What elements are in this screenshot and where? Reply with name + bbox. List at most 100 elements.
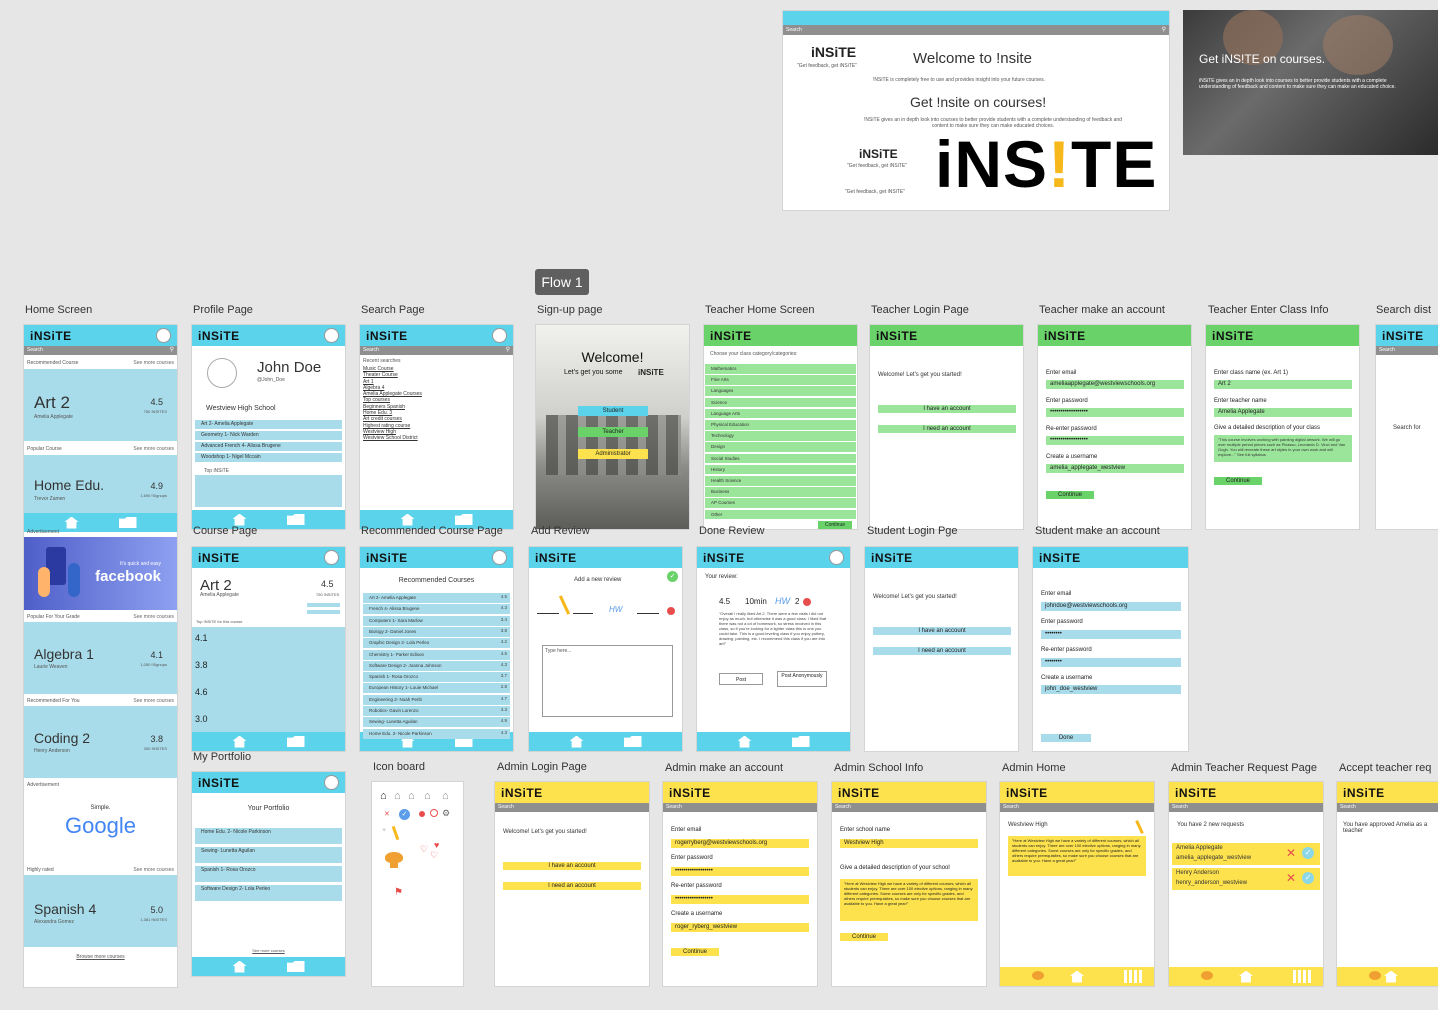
course-card-spanish[interactable]: Spanish 4 Alexandra Gomez 5.0 1,381 !NSITE… — [24, 875, 177, 947]
see-more-link[interactable]: See more courses — [133, 446, 174, 452]
need-account-button[interactable]: I need an account — [878, 425, 1016, 433]
search-icon[interactable]: ⚲ — [506, 346, 510, 355]
flow-badge[interactable]: Flow 1 — [535, 269, 589, 295]
recommended-item[interactable]: Chemistry 1- Parker Edison — [363, 649, 510, 660]
profile-course[interactable]: Art 2- Amelia Applegate — [195, 420, 342, 429]
category-item[interactable]: Fine Arts — [705, 375, 856, 385]
profile-course[interactable]: Geometry 1- Nick Warden — [195, 431, 342, 440]
recommended-item[interactable]: Software Design 2- Joanna Johnson — [363, 660, 510, 671]
password-field[interactable]: •••••••••••••••••• — [671, 867, 809, 876]
search-input[interactable]: Search — [1172, 804, 1188, 810]
home-icon[interactable] — [1239, 970, 1253, 983]
teacher-button[interactable]: Teacher — [578, 427, 648, 437]
search-input[interactable]: Search — [835, 804, 851, 810]
portfolio-item[interactable]: Home Edu. 2- Nicole Parkinson — [195, 828, 342, 844]
avatar-icon[interactable] — [324, 550, 339, 565]
category-item[interactable]: Business — [705, 487, 856, 497]
category-item[interactable]: Physical Education — [705, 420, 856, 430]
home-icon[interactable] — [737, 735, 752, 748]
have-account-button[interactable]: I have an account — [873, 627, 1011, 635]
password-field[interactable]: •••••••••••••••••• — [1046, 408, 1184, 417]
recommended-item[interactable]: Spanish 1- Rosa Orozco — [363, 672, 510, 683]
reenter-password-field[interactable]: •••••••••••••••••• — [671, 895, 809, 904]
need-account-button[interactable]: I need an account — [873, 647, 1011, 655]
category-item[interactable]: Health Science — [705, 476, 856, 486]
home-icon[interactable] — [400, 513, 415, 526]
recommended-item[interactable]: Graphic Design 2- Lola Perleo — [363, 638, 510, 649]
folder-icon[interactable] — [791, 736, 810, 747]
search-icon[interactable]: ⚲ — [170, 346, 174, 355]
chat-icon[interactable] — [1201, 971, 1213, 980]
see-more-link[interactable]: See more courses — [133, 867, 174, 873]
approve-icon[interactable]: ✓ — [1302, 847, 1314, 859]
home-icon[interactable] — [569, 735, 584, 748]
search-input[interactable]: Search — [666, 804, 682, 810]
home-icon[interactable] — [232, 735, 247, 748]
continue-button[interactable]: Continue — [1046, 491, 1094, 499]
home-icon[interactable] — [232, 960, 247, 973]
recommended-item[interactable]: Home Edu. 2- Nicole Parkinson — [363, 728, 510, 739]
need-account-button[interactable]: I need an account — [503, 882, 641, 890]
avatar-icon[interactable] — [829, 550, 844, 565]
category-item[interactable]: Science — [705, 397, 856, 408]
password-field[interactable]: •••••••• — [1041, 630, 1181, 639]
have-account-button[interactable]: I have an account — [503, 862, 641, 870]
continue-button[interactable]: Continue — [840, 933, 888, 941]
folder-icon[interactable] — [118, 517, 137, 528]
category-item[interactable]: Social Studies — [705, 453, 856, 464]
see-more-link[interactable]: See more courses — [133, 614, 174, 620]
search-input[interactable]: Search — [1379, 347, 1395, 353]
continue-button[interactable]: Continue — [818, 521, 852, 529]
portfolio-item[interactable]: Spanish 1- Rosa Orozco — [195, 866, 342, 882]
recent-list[interactable]: Music Course Theater Course Art 1 Algebra 4… — [363, 366, 422, 442]
reject-icon[interactable]: ✕ — [1286, 871, 1296, 885]
avatar-icon[interactable] — [492, 550, 507, 565]
teacher-name-field[interactable]: Amelia Applegate — [1214, 408, 1352, 417]
category-item[interactable]: Language Arts — [705, 408, 856, 419]
student-button[interactable]: Student — [578, 406, 648, 416]
folder-icon[interactable] — [454, 514, 473, 525]
see-more-link[interactable]: See more courses — [133, 698, 174, 704]
email-field[interactable]: ameliaapplegate@westviewschools.org — [1046, 380, 1184, 389]
reject-icon[interactable]: ✕ — [1286, 846, 1296, 860]
category-item[interactable]: History — [705, 464, 856, 475]
course-tag[interactable] — [307, 610, 340, 614]
post-button[interactable]: Post — [719, 673, 763, 685]
folder-icon[interactable] — [623, 736, 642, 747]
facebook-ad[interactable]: It's quick and easy facebook — [24, 537, 177, 610]
have-account-button[interactable]: I have an account — [878, 405, 1016, 413]
username-field[interactable]: roger_ryberg_westview — [671, 923, 809, 932]
check-icon[interactable]: ✓ — [667, 571, 678, 582]
search-icon[interactable]: ⚲ — [1162, 25, 1166, 35]
recommended-item[interactable]: Robotics- Gavin Lorenzo — [363, 706, 510, 716]
browse-link[interactable]: Browse more courses — [24, 954, 177, 960]
done-button[interactable]: Done — [1041, 734, 1091, 742]
category-item[interactable]: Mathematics — [705, 364, 856, 374]
reenter-password-field[interactable]: •••••••• — [1041, 658, 1181, 667]
see-more-link[interactable]: See more courses — [192, 948, 345, 953]
chat-icon[interactable] — [1032, 971, 1044, 980]
username-field[interactable]: amelia_applegate_westview — [1046, 464, 1184, 473]
category-item[interactable]: Technology — [705, 431, 856, 441]
folder-icon[interactable] — [286, 736, 305, 747]
review-textarea[interactable]: Type here... — [542, 645, 673, 717]
pencil-icon[interactable] — [1135, 820, 1144, 834]
approve-icon[interactable]: ✓ — [1302, 872, 1314, 884]
google-ad[interactable]: Simple. Google — [24, 791, 177, 863]
chat-icon[interactable] — [1369, 971, 1381, 980]
post-anonymous-button[interactable]: Post Anonymously — [777, 671, 827, 687]
book-icon[interactable] — [1124, 970, 1144, 983]
recommended-item[interactable]: Sewing- Lunetta Aguilan — [363, 717, 510, 728]
folder-icon[interactable] — [286, 961, 305, 972]
folder-icon[interactable] — [286, 514, 305, 525]
see-more-link[interactable]: See more courses — [133, 360, 174, 366]
email-field[interactable]: rogerryberg@westviewschools.org — [671, 839, 809, 848]
course-card-art[interactable]: Art 2 Amelia Applegate 4.5 750 !NSITES — [24, 369, 177, 441]
class-name-field[interactable]: Art 2 — [1214, 380, 1352, 389]
search-input[interactable]: Search — [363, 347, 379, 353]
class-description-field[interactable]: "This course involves working with paint… — [1214, 435, 1352, 462]
profile-course[interactable]: Woodshop 1- Nigel Mccain — [195, 453, 342, 462]
reenter-password-field[interactable]: •••••••••••••••••• — [1046, 436, 1184, 445]
course-card-coding[interactable]: Coding 2 Henry Anderson 3.8 300 !NSITES — [24, 706, 177, 778]
portfolio-item[interactable]: Sewing- Lunetta Aguilan — [195, 847, 342, 863]
